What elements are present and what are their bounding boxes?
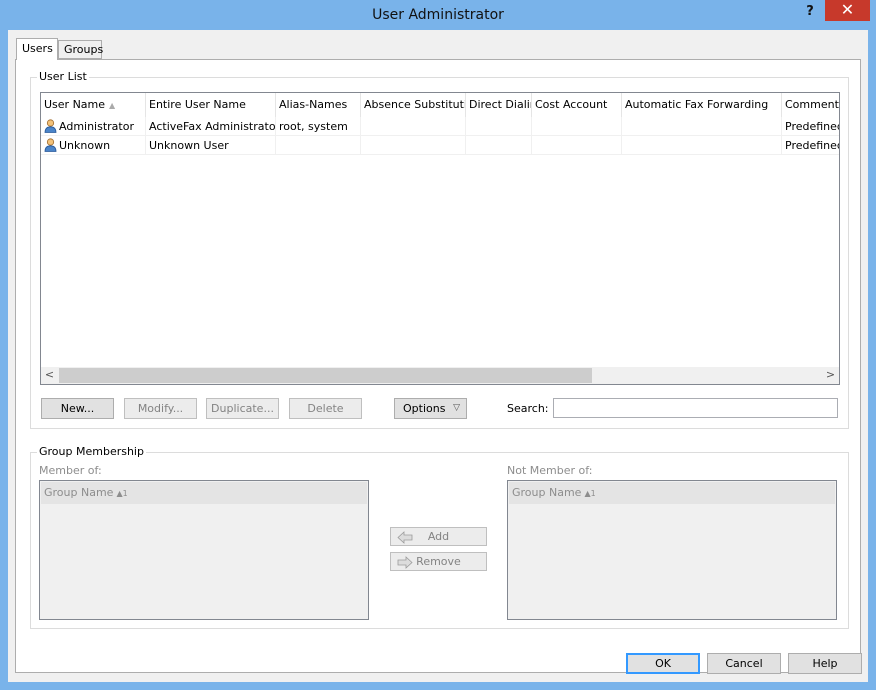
add-button[interactable]: Add <box>390 527 487 546</box>
group-membership-group: Group Membership Member of: Group Name ▲1… <box>30 445 849 629</box>
new-button[interactable]: New... <box>41 398 114 419</box>
column-automatic-fax-forwarding[interactable]: Automatic Fax Forwarding <box>622 93 782 117</box>
arrow-left-icon <box>397 531 413 544</box>
scroll-left-icon[interactable]: < <box>41 367 58 384</box>
cell-alias-names <box>276 136 361 155</box>
not-member-of-label: Not Member of: <box>507 464 593 477</box>
duplicate-button[interactable]: Duplicate... <box>206 398 279 419</box>
user-list-view[interactable]: User Name ▲ Entire User Name Alias-Names … <box>40 92 840 385</box>
member-of-list[interactable]: Group Name ▲1 <box>39 480 369 620</box>
tab-groups[interactable]: Groups <box>58 40 103 59</box>
cell-direct-dialing <box>466 117 532 136</box>
sort-ascending-icon: ▲ <box>109 101 116 110</box>
options-label: Options <box>403 402 446 415</box>
cell-comments: Predefined <box>782 117 839 136</box>
column-absence-substitution[interactable]: Absence Substitution <box>361 93 466 117</box>
ok-button[interactable]: OK <box>626 653 700 674</box>
help-button[interactable]: Help <box>788 653 862 674</box>
cell-automatic-fax-forwarding <box>622 136 782 155</box>
close-icon[interactable]: ✕ <box>825 0 870 21</box>
cell-absence-substitution <box>361 117 466 136</box>
dropdown-arrow-icon: ▽ <box>453 403 460 413</box>
delete-button[interactable]: Delete <box>289 398 362 419</box>
member-of-label: Member of: <box>39 464 102 477</box>
cell-alias-names: root, system <box>276 117 361 136</box>
user-list-group: User List User Name ▲ Entire User Name Al… <box>30 70 849 429</box>
cell-user-name: Administrator <box>41 117 146 136</box>
sort-ascending-icon: ▲1 <box>584 489 596 498</box>
search-input[interactable] <box>553 398 838 418</box>
column-user-name[interactable]: User Name ▲ <box>41 93 146 117</box>
column-comments[interactable]: Comments <box>782 93 839 117</box>
sort-ascending-icon: ▲1 <box>116 489 128 498</box>
cell-user-name: Unknown <box>41 136 146 155</box>
options-button[interactable]: Options ▽ <box>394 398 467 419</box>
cell-automatic-fax-forwarding <box>622 117 782 136</box>
user-icon <box>44 119 57 133</box>
title-bar[interactable]: User Administrator ? ✕ <box>0 0 876 30</box>
remove-button[interactable]: Remove <box>390 552 487 571</box>
scroll-right-icon[interactable]: > <box>822 367 839 384</box>
column-alias-names[interactable]: Alias-Names <box>276 93 361 117</box>
column-entire-user-name[interactable]: Entire User Name <box>146 93 276 117</box>
user-name-text: Administrator <box>59 120 134 133</box>
horizontal-scrollbar[interactable]: < > <box>41 367 839 384</box>
dialog-client: Users Groups User List User Name ▲ Entire… <box>8 30 868 682</box>
user-icon <box>44 138 57 152</box>
tab-users[interactable]: Users <box>16 38 58 60</box>
cell-comments: Predefined <box>782 136 839 155</box>
not-member-of-header[interactable]: Group Name ▲1 <box>509 482 835 504</box>
cell-absence-substitution <box>361 136 466 155</box>
group-membership-title: Group Membership <box>37 445 146 458</box>
window-title: User Administrator <box>372 7 504 23</box>
window: User Administrator ? ✕ Users Groups User… <box>0 0 876 690</box>
table-row[interactable]: Administrator ActiveFax Administrator ro… <box>41 117 839 136</box>
cancel-button[interactable]: Cancel <box>707 653 781 674</box>
list-header: User Name ▲ Entire User Name Alias-Names … <box>41 93 839 117</box>
cell-entire-user-name: ActiveFax Administrator <box>146 117 276 136</box>
member-of-header[interactable]: Group Name ▲1 <box>41 482 367 504</box>
arrow-right-icon <box>397 556 413 569</box>
column-label: Group Name <box>44 486 114 499</box>
add-label: Add <box>427 530 450 543</box>
cell-entire-user-name: Unknown User <box>146 136 276 155</box>
cell-cost-account <box>532 117 622 136</box>
column-label: User Name <box>44 98 106 111</box>
not-member-of-list[interactable]: Group Name ▲1 <box>507 480 837 620</box>
user-list-title: User List <box>37 70 89 83</box>
column-label: Group Name <box>512 486 582 499</box>
users-tab-panel: User List User Name ▲ Entire User Name Al… <box>15 59 861 673</box>
table-row[interactable]: Unknown Unknown User Predefined <box>41 136 839 155</box>
column-cost-account[interactable]: Cost Account <box>532 93 622 117</box>
user-name-text: Unknown <box>59 139 111 152</box>
help-icon[interactable]: ? <box>799 2 821 22</box>
search-label: Search: <box>507 402 549 415</box>
cell-direct-dialing <box>466 136 532 155</box>
cell-cost-account <box>532 136 622 155</box>
remove-label: Remove <box>416 555 461 568</box>
scrollbar-thumb[interactable] <box>59 368 592 383</box>
column-direct-dialing[interactable]: Direct Dialing <box>466 93 532 117</box>
modify-button[interactable]: Modify... <box>124 398 197 419</box>
